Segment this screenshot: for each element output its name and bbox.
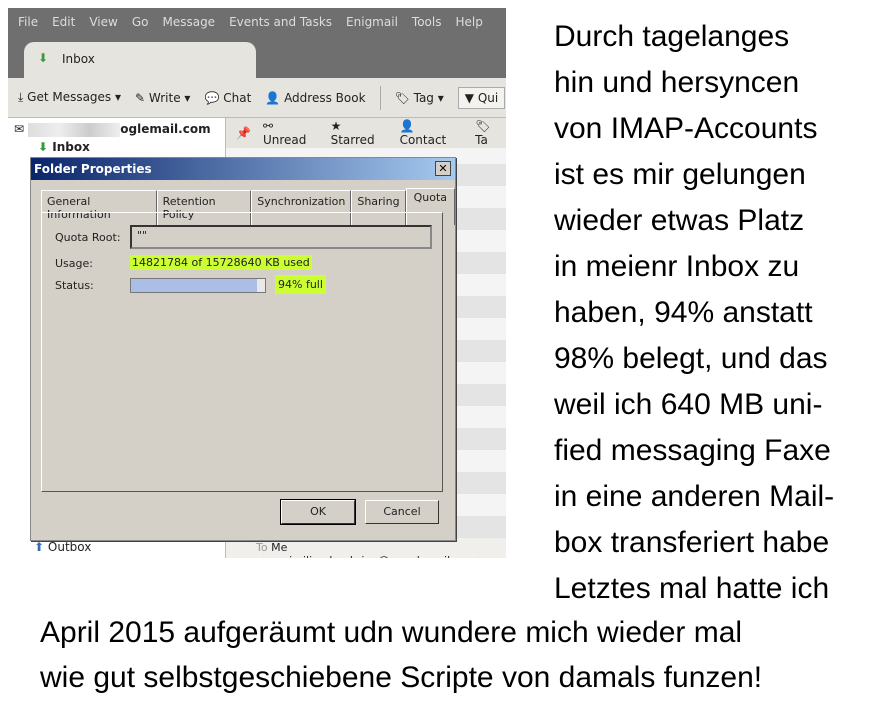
to-line: To Me <maximilian.baehring@googlemail.co… (226, 538, 506, 558)
tag-button[interactable]: 🏷 Tag ▾ (395, 91, 444, 105)
quota-root-label: Quota Root: (55, 231, 121, 244)
note-bottom: April 2015 aufgeräumt udn wundere mich w… (40, 610, 762, 700)
note-line: fied messaging Faxe (554, 434, 831, 467)
menu-events[interactable]: Events and Tasks (229, 15, 332, 31)
inbox-icon: ⬇ (38, 140, 49, 154)
quota-progress-fill (131, 279, 257, 292)
note-line: weil ich 640 MB uni- (554, 388, 823, 421)
filter-icon: ▼ (464, 90, 474, 105)
note-line: hin und hersyncen (554, 66, 800, 99)
tab-inbox[interactable]: ⬇ Inbox (24, 42, 256, 78)
pencil-icon: ✎ (135, 90, 146, 105)
quick-filter-bar: 📌 ⚯ Unread ★ Starred 👤 Contact 🏷 Ta (226, 118, 506, 148)
tab-strip: ⬇ Inbox (8, 38, 506, 78)
folder-properties-dialog: Folder Properties ✕ General Information … (30, 157, 456, 541)
note-line: 98% belegt, und das (554, 342, 828, 375)
note-line: April 2015 aufgeräumt udn wundere mich w… (40, 616, 743, 649)
status-text: 94% full (275, 275, 326, 294)
note-line: Durch tagelanges (554, 20, 790, 53)
tab-label: Inbox (62, 52, 95, 66)
note-line: Letztes mal hatte ich (554, 572, 830, 605)
menu-enigmail[interactable]: Enigmail (346, 15, 398, 31)
quota-root-field: "" (130, 225, 432, 249)
thunderbird-screenshot: File Edit View Go Message Events and Tas… (8, 8, 506, 558)
note-line: wieder etwas Platz (554, 204, 805, 237)
quota-panel: Quota Root: "" Usage: 14821784 of 157286… (41, 212, 443, 492)
separator (379, 85, 381, 110)
quota-progress-bar (130, 278, 266, 293)
menu-view[interactable]: View (89, 15, 117, 31)
note-line: wie gut selbstgeschiebene Scripte von da… (40, 661, 763, 694)
folder-inbox[interactable]: ⬇ Inbox (38, 140, 90, 154)
cancel-button[interactable]: Cancel (365, 500, 439, 524)
menu-file[interactable]: File (18, 15, 38, 31)
filter-tags[interactable]: 🏷 Ta (475, 119, 506, 147)
menu-bar: File Edit View Go Message Events and Tas… (8, 8, 506, 38)
note-right: Durch tagelanges hin und hersyncen von IMA… (554, 14, 834, 612)
status-label: Status: (55, 279, 94, 292)
redacted (28, 122, 121, 137)
note-line: haben, 94% anstatt (554, 296, 813, 329)
dialog-title: Folder Properties (31, 158, 455, 180)
pin-icon[interactable]: 📌 (236, 126, 251, 140)
filter-starred[interactable]: ★ Starred (331, 119, 388, 147)
write-button[interactable]: ✎ Write ▾ (135, 91, 190, 105)
account-icon: ✉ (14, 122, 25, 136)
usage-value: 14821784 of 15728640 KB used (130, 255, 312, 270)
get-messages-button[interactable]: ⤓ Get Messages ▾ (18, 90, 121, 105)
download-icon: ⤓ (18, 90, 24, 104)
menu-edit[interactable]: Edit (52, 15, 75, 31)
chat-button[interactable]: 💬 Chat (204, 91, 251, 105)
filter-contact[interactable]: 👤 Contact (400, 119, 464, 147)
ok-button[interactable]: OK (280, 499, 356, 525)
usage-label: Usage: (55, 257, 93, 270)
menu-help[interactable]: Help (455, 15, 482, 31)
note-line: von IMAP-Accounts (554, 112, 818, 145)
menu-tools[interactable]: Tools (412, 15, 442, 31)
chat-icon: 💬 (204, 90, 220, 105)
note-line: in eine anderen Mail- (554, 480, 835, 513)
tag-icon: 🏷 (394, 90, 410, 105)
folder-outbox[interactable]: ⬆ Outbox (34, 540, 91, 554)
close-icon[interactable]: ✕ (435, 161, 451, 176)
outbox-icon: ⬆ (34, 540, 45, 554)
quick-filter-button[interactable]: ▼ Qui (457, 86, 506, 109)
note-line: in meienr Inbox zu (554, 250, 800, 283)
inbox-icon: ⬇ (38, 51, 49, 65)
menu-message[interactable]: Message (162, 15, 215, 31)
note-line: box transferiert habe (554, 526, 830, 559)
person-icon: 👤 (265, 90, 281, 105)
note-line: ist es mir gelungen (554, 158, 806, 191)
address-book-button[interactable]: 👤 Address Book (265, 91, 365, 105)
main-toolbar: ⤓ Get Messages ▾ ✎ Write ▾ 💬 Chat 👤 Addr… (8, 78, 506, 118)
account-item[interactable]: ✉ oglemail.com (14, 122, 211, 137)
menu-go[interactable]: Go (132, 15, 149, 31)
filter-unread[interactable]: ⚯ Unread (263, 119, 319, 147)
